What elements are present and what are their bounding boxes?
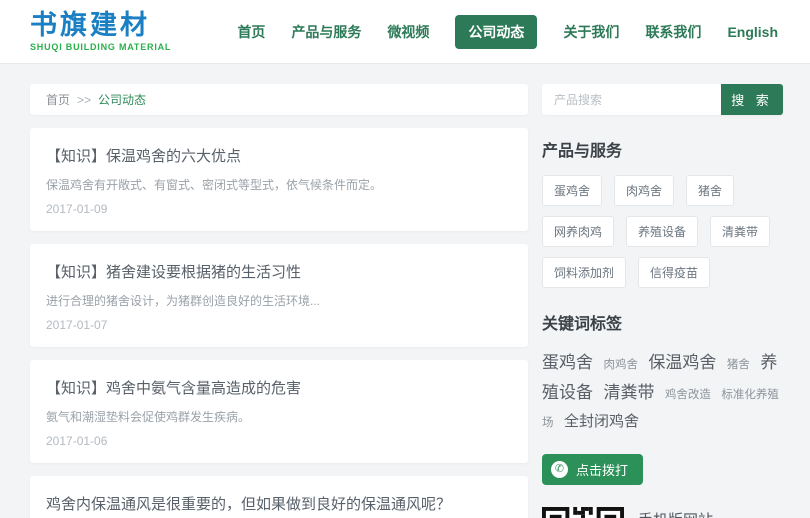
article-date: 2017-01-07	[46, 318, 512, 332]
product-tag[interactable]: 网养肉鸡	[542, 216, 614, 247]
product-tag[interactable]: 清粪带	[710, 216, 770, 247]
nav-item-home[interactable]: 首页	[237, 22, 265, 42]
breadcrumb: 首页 >> 公司动态	[30, 84, 528, 115]
product-tag[interactable]: 饲料添加剂	[542, 257, 626, 288]
nav-item-news[interactable]: 公司动态	[455, 15, 537, 49]
article-card[interactable]: 鸡舍内保温通风是很重要的，但如果做到良好的保温通风呢？ 主要经营鸡舍、鸭舍、羊舍…	[30, 476, 528, 518]
product-tags: 蛋鸡舍 肉鸡舍 猪舍 网养肉鸡 养殖设备 清粪带 饲料添加剂 信得疫苗	[542, 175, 783, 288]
keyword-tag[interactable]: 全封闭鸡舍	[564, 413, 639, 430]
keyword-tag-cloud: 蛋鸡舍 肉鸡舍 保温鸡舍 猪舍 养殖设备 清粪带 鸡舍改造 标准化养殖场 全封闭…	[542, 348, 783, 436]
mobile-site-qr-info: 手机版网站 扫描二维码，即可打开书旗建材手机版网站，随时随地浏览、收藏、分享最新…	[638, 507, 783, 518]
phone-icon: ✆	[551, 461, 568, 478]
product-tag[interactable]: 养殖设备	[626, 216, 698, 247]
mobile-site-qr-code	[542, 507, 624, 518]
keywords-heading: 关键词标签	[542, 310, 783, 334]
nav-item-english[interactable]: English	[727, 24, 778, 40]
dial-button-label: 点击拨打	[576, 460, 628, 479]
article-title[interactable]: 鸡舍内保温通风是很重要的，但如果做到良好的保温通风呢？	[46, 493, 512, 514]
breadcrumb-home-link[interactable]: 首页	[46, 91, 70, 108]
article-excerpt: 保温鸡舍有开敞式、有窗式、密闭式等型式，依气候条件而定。	[46, 176, 512, 193]
keyword-tag[interactable]: 鸡舍改造	[665, 389, 711, 401]
breadcrumb-current: 公司动态	[98, 91, 146, 108]
page-content: 首页 >> 公司动态 【知识】保温鸡舍的六大优点 保温鸡舍有开敞式、有窗式、密闭…	[0, 64, 810, 518]
product-tag[interactable]: 信得疫苗	[638, 257, 710, 288]
article-title[interactable]: 【知识】保温鸡舍的六大优点	[46, 145, 512, 166]
article-excerpt: 氨气和潮湿垫料会促使鸡群发生疾病。	[46, 408, 512, 425]
article-date: 2017-01-09	[46, 202, 512, 216]
article-card[interactable]: 【知识】鸡舍中氨气含量高造成的危害 氨气和潮湿垫料会促使鸡群发生疾病。 2017…	[30, 360, 528, 463]
logo[interactable]: 书旗建材 SHUQI BUILDING MATERIAL	[30, 12, 171, 52]
product-tag[interactable]: 肉鸡舍	[614, 175, 674, 206]
article-excerpt: 进行合理的猪舍设计，为猪群创造良好的生活环境...	[46, 292, 512, 309]
nav-item-about[interactable]: 关于我们	[563, 22, 619, 42]
logo-subtitle: SHUQI BUILDING MATERIAL	[30, 43, 171, 52]
click-to-dial-button[interactable]: ✆ 点击拨打	[542, 454, 643, 485]
logo-title: 书旗建材	[30, 12, 171, 39]
keyword-tag[interactable]: 蛋鸡舍	[542, 353, 593, 372]
product-tag[interactable]: 蛋鸡舍	[542, 175, 602, 206]
search-input[interactable]	[542, 84, 721, 115]
keyword-tag[interactable]: 保温鸡舍	[648, 353, 716, 372]
search-button[interactable]: 搜 索	[721, 84, 783, 115]
keyword-tag[interactable]: 肉鸡舍	[603, 359, 638, 371]
mobile-site-qr-section: 手机版网站 扫描二维码，即可打开书旗建材手机版网站，随时随地浏览、收藏、分享最新…	[542, 507, 783, 518]
main-column: 首页 >> 公司动态 【知识】保温鸡舍的六大优点 保温鸡舍有开敞式、有窗式、密闭…	[30, 84, 528, 518]
qr-section-title: 手机版网站	[638, 509, 783, 518]
sidebar: 搜 索 产品与服务 蛋鸡舍 肉鸡舍 猪舍 网养肉鸡 养殖设备 清粪带 饲料添加剂…	[542, 84, 783, 518]
nav-item-contact[interactable]: 联系我们	[645, 22, 701, 42]
keyword-tag[interactable]: 猪舍	[727, 359, 750, 371]
product-tag[interactable]: 猪舍	[686, 175, 734, 206]
article-card[interactable]: 【知识】保温鸡舍的六大优点 保温鸡舍有开敞式、有窗式、密闭式等型式，依气候条件而…	[30, 128, 528, 231]
product-search: 搜 索	[542, 84, 783, 115]
article-card[interactable]: 【知识】猪舍建设要根据猪的生活习性 进行合理的猪舍设计，为猪群创造良好的生活环境…	[30, 244, 528, 347]
article-title[interactable]: 【知识】鸡舍中氨气含量高造成的危害	[46, 377, 512, 398]
products-heading: 产品与服务	[542, 137, 783, 161]
main-nav: 首页 产品与服务 微视频 公司动态 关于我们 联系我们 English	[237, 15, 778, 49]
breadcrumb-separator: >>	[77, 93, 91, 107]
nav-item-products[interactable]: 产品与服务	[291, 22, 361, 42]
article-date: 2017-01-06	[46, 434, 512, 448]
nav-item-videos[interactable]: 微视频	[387, 22, 429, 42]
article-title[interactable]: 【知识】猪舍建设要根据猪的生活习性	[46, 261, 512, 282]
header: 书旗建材 SHUQI BUILDING MATERIAL 首页 产品与服务 微视…	[0, 0, 810, 64]
keyword-tag[interactable]: 清粪带	[603, 383, 654, 402]
